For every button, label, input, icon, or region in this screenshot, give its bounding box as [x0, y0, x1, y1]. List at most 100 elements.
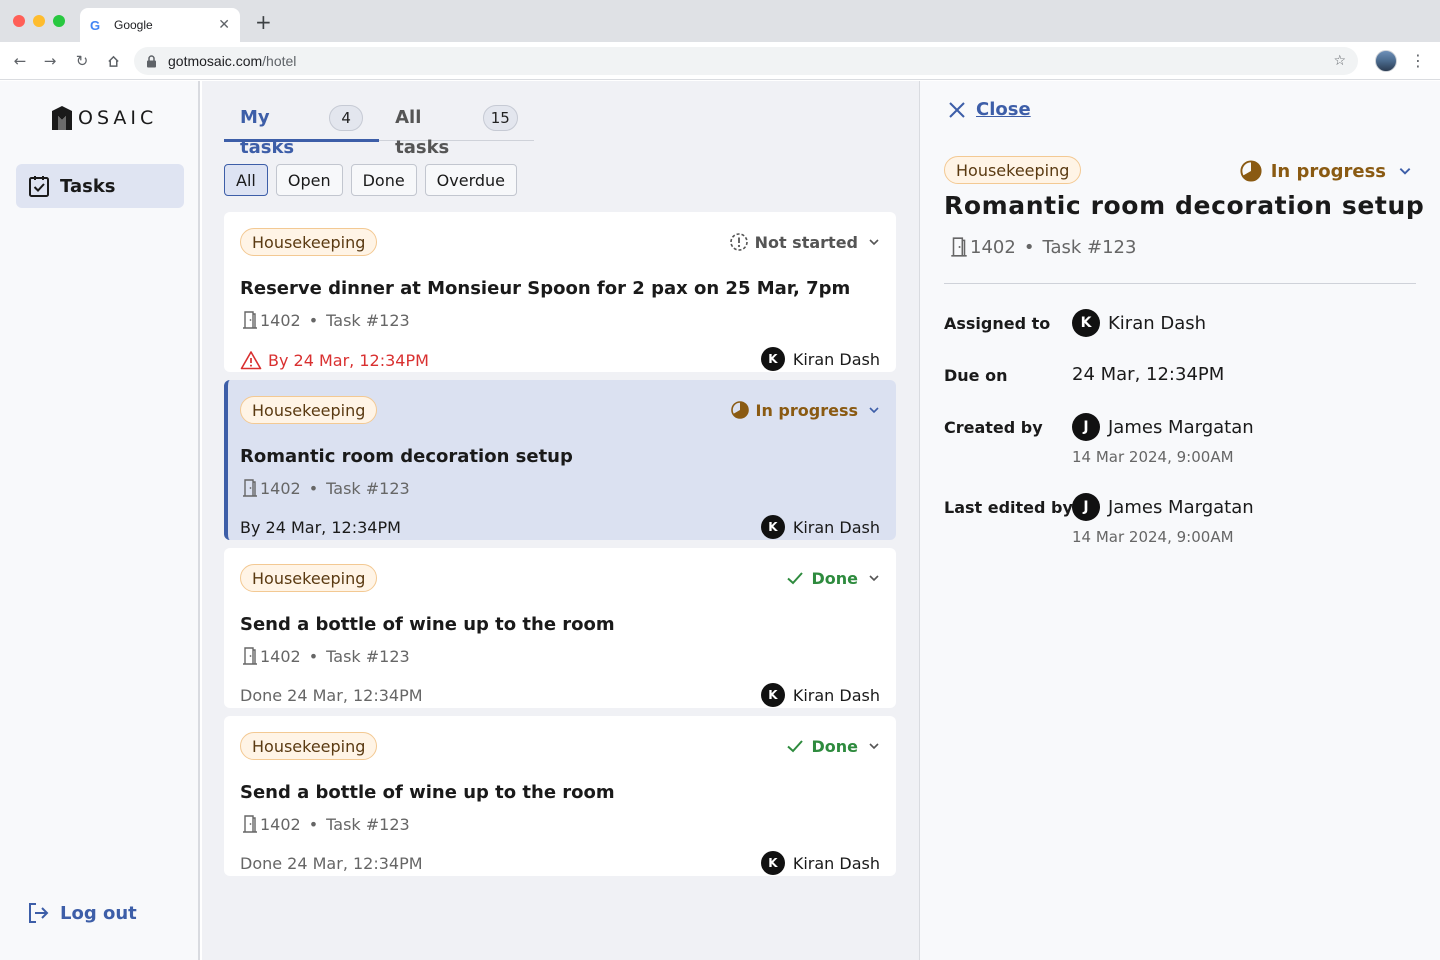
due-on-value: 24 Mar, 12:34PM — [1072, 364, 1225, 385]
task-id: Task #123 — [326, 310, 410, 330]
forward-icon[interactable]: → — [40, 51, 60, 71]
filter-chips: All Open Done Overdue — [224, 164, 518, 196]
browser-menu-icon[interactable]: ⋮ — [1410, 50, 1426, 72]
close-icon — [949, 101, 965, 118]
task-title: Reserve dinner at Monsieur Spoon for 2 p… — [240, 278, 851, 299]
new-tab-button[interactable]: + — [255, 12, 272, 32]
check-icon — [787, 740, 804, 753]
task-title: Romantic room decoration setup — [240, 446, 573, 467]
room-number: 1402 — [260, 478, 301, 498]
chevron-down-icon — [1399, 168, 1411, 175]
browser-tabbar: G Google ✕ + — [0, 0, 1440, 42]
profile-avatar[interactable] — [1375, 50, 1397, 72]
assignee: K Kiran Dash — [760, 683, 880, 707]
assigned-to-value[interactable]: K Kiran Dash — [1072, 309, 1206, 337]
window-minimize-button[interactable] — [33, 15, 45, 27]
logout-icon — [29, 903, 49, 923]
door-icon — [243, 479, 257, 497]
url-text: gotmosaic.com/hotel — [168, 53, 1333, 69]
assigned-to-label: Assigned to — [944, 314, 1051, 333]
window-maximize-button[interactable] — [53, 15, 65, 27]
tab-count-badge: 15 — [482, 105, 518, 131]
task-tabs: My tasks 4 All tasks 15 — [224, 103, 534, 158]
category-tag: Housekeeping — [240, 732, 378, 760]
logo-text: OSAIC — [78, 107, 158, 129]
avatar: J — [1072, 493, 1100, 521]
logout-button[interactable]: Log out — [26, 901, 137, 925]
close-label: Close — [976, 99, 1031, 120]
status-dropdown[interactable]: Done — [785, 566, 880, 590]
category-tag: Housekeeping — [240, 228, 378, 256]
last-edited-label: Last edited by — [944, 498, 1073, 517]
home-icon[interactable] — [103, 51, 123, 71]
address-bar[interactable]: gotmosaic.com/hotel ☆ — [134, 47, 1358, 75]
status-dropdown[interactable]: Done — [785, 734, 880, 758]
logout-label: Log out — [60, 902, 137, 924]
back-icon[interactable]: ← — [10, 51, 30, 71]
separator-dot: • — [308, 646, 319, 666]
due-text: Done 24 Mar, 12:34PM — [240, 854, 423, 873]
tab-all-tasks[interactable]: All tasks 15 — [379, 103, 534, 158]
due-text: Done 24 Mar, 12:34PM — [240, 686, 423, 705]
room-number: 1402 — [260, 814, 301, 834]
status-dropdown[interactable]: In progress — [1239, 157, 1412, 185]
assignee-name: Kiran Dash — [792, 853, 880, 873]
tab-count-badge: 4 — [329, 105, 364, 131]
task-card[interactable]: Housekeeping Done Send a bottle of wine … — [224, 548, 896, 708]
task-card[interactable]: Housekeeping Not started Reserve dinner … — [224, 212, 896, 372]
avatar: K — [760, 683, 785, 707]
category-tag: Housekeeping — [240, 396, 378, 424]
created-name: James Margatan — [1108, 416, 1254, 438]
edited-date: 14 Mar 2024, 9:00AM — [1072, 528, 1234, 546]
detail-meta: 1402 • Task #123 — [948, 236, 1136, 258]
status-dropdown[interactable]: Not started — [729, 230, 880, 254]
room-number: 1402 — [970, 236, 1016, 258]
door-icon — [243, 647, 257, 665]
due-date: Done 24 Mar, 12:34PM — [240, 686, 423, 705]
close-tab-icon[interactable]: ✕ — [218, 17, 230, 33]
task-meta: 1402 • Task #123 — [240, 310, 410, 330]
assignee-name: Kiran Dash — [792, 685, 880, 705]
detail-title: Romantic room decoration setup — [944, 191, 1425, 220]
half-circle-icon — [1240, 160, 1262, 182]
close-button[interactable]: Close — [948, 99, 1031, 120]
half-circle-icon — [730, 401, 749, 419]
filter-open-chip[interactable]: Open — [275, 164, 343, 196]
divider — [944, 283, 1416, 284]
window-close-button[interactable] — [13, 15, 25, 27]
filter-overdue-chip[interactable]: Overdue — [424, 164, 518, 196]
mosaic-logo: OSAIC — [50, 105, 157, 131]
tab-label: All tasks — [395, 107, 450, 158]
avatar: K — [1072, 309, 1100, 337]
browser-toolbar: ← → ↻ gotmosaic.com/hotel ☆ ⋮ — [0, 42, 1440, 80]
avatar: K — [760, 851, 785, 875]
tab-label: My tasks — [240, 107, 295, 158]
reload-icon[interactable]: ↻ — [72, 51, 92, 71]
task-card[interactable]: Housekeeping Done Send a bottle of wine … — [224, 716, 896, 876]
due-date: By 24 Mar, 12:34PM — [240, 350, 429, 370]
lock-icon — [146, 54, 160, 68]
separator-dot: • — [308, 478, 319, 498]
warning-triangle-icon — [240, 351, 262, 370]
task-card-selected[interactable]: Housekeeping In progress Romantic room d… — [224, 380, 896, 540]
chevron-down-icon — [869, 239, 879, 246]
browser-tab[interactable]: G Google ✕ — [80, 8, 240, 42]
browser-tab-title: Google — [114, 18, 153, 32]
filter-done-chip[interactable]: Done — [350, 164, 417, 196]
sidebar-item-tasks[interactable]: Tasks — [16, 164, 184, 208]
filter-all-chip[interactable]: All — [224, 164, 268, 196]
mosaic-logo-mark-icon — [52, 106, 72, 130]
sidebar: OSAIC Tasks Log out — [0, 81, 200, 960]
bookmark-star-icon[interactable]: ☆ — [1333, 53, 1346, 69]
clipboard-check-icon — [29, 176, 49, 197]
task-title: Send a bottle of wine up to the room — [240, 782, 615, 803]
chevron-down-icon — [869, 575, 879, 582]
edited-name: James Margatan — [1108, 496, 1254, 518]
separator-dot: • — [308, 814, 319, 834]
status-dropdown[interactable]: In progress — [730, 398, 881, 422]
last-edited-value: J James Margatan — [1072, 493, 1254, 521]
separator-dot: • — [308, 310, 319, 330]
tab-my-tasks[interactable]: My tasks 4 — [224, 103, 380, 158]
task-id: Task #123 — [326, 814, 410, 834]
chevron-down-icon — [869, 407, 879, 414]
